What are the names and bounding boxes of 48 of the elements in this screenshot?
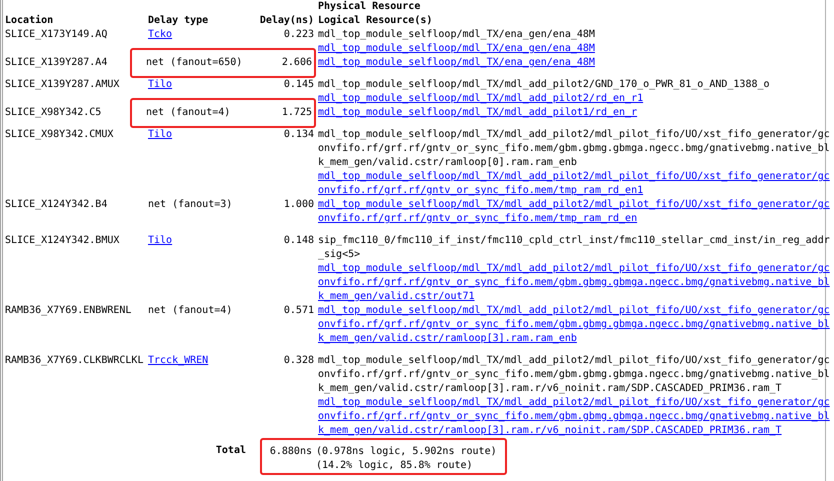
resource-link[interactable]: mdl_top_module_selfloop/mdl_TX/mdl_add_pilot2/rd_en_r1 bbox=[318, 92, 834, 106]
resource-link[interactable]: mdl_top_module_selfloop/mdl_TX/mdl_add_pilot2/mdl_pilot_fifo/UO/xst_fifo_generator/gconvfifo.rf/grf.rf/gntv_or_sync_fifo.mem/gbm.gbmg.gbmga.ngecc.bmg/gnativebmg.native_blk_mem_gen/valid.cstr/ramloop[3].ram.ram_enb bbox=[318, 304, 834, 346]
delay-cell-text: 2.606 bbox=[280, 56, 312, 70]
delay-type-cell: net (fanout=4) bbox=[148, 305, 232, 316]
resource-text: mdl_top_module_selfloop/mdl_TX/mdl_add_pilot2/mdl_pilot_fifo/UO/xst_fifo_generator/gconvfifo.rf/grf.rf/gntv_or_sync_fifo.mem/gbm.gbmg.gbmga.ngecc.bmg/gnativebmg.native_blk_mem_gen/valid.cstr/ramloop[3].ram.r/v6_noinit.ram/SDP.CASCADED_PRIM36.ram_T bbox=[318, 354, 831, 396]
column-header: Delay type bbox=[148, 14, 210, 28]
delay-type-cell: net (fanout=4) bbox=[146, 107, 230, 118]
delay-cell-text: 1.725 bbox=[280, 106, 312, 120]
total-value: 6.880ns bbox=[268, 445, 312, 459]
total-label: Total bbox=[214, 444, 246, 458]
delay-cell-text: 0.571 bbox=[282, 304, 314, 318]
delay-cell-text: 1.000 bbox=[282, 198, 314, 212]
delay-cell-text: 0.134 bbox=[282, 128, 314, 142]
resource-link[interactable]: mdl_top_module_selfloop/mdl_TX/ena_gen/ena_48M bbox=[318, 56, 834, 70]
resource-text: mdl_top_module_selfloop/mdl_TX/mdl_add_pilot2/mdl_pilot_fifo/UO/xst_fifo_generator/gconvfifo.rf/grf.rf/gntv_or_sync_fifo.mem/gbm.gbmg.gbmga.ngecc.bmg/gnativebmg.native_blk_mem_gen/valid.cstr/ramloop[0].ram.ram_enb bbox=[318, 128, 831, 170]
resource-text: mdl_top_module_selfloop/mdl_TX/ena_gen/ena_48M bbox=[318, 28, 596, 42]
location-cell-text: SLICE_X173Y149.AQ bbox=[5, 28, 108, 42]
total-detail: (0.978ns logic, 5.902ns route) bbox=[316, 445, 497, 459]
delay-cell-text: 0.145 bbox=[282, 78, 314, 92]
delay-type-link[interactable]: Tilo bbox=[148, 129, 172, 140]
column-header: Logical Resource(s) bbox=[318, 14, 434, 28]
column-header: Location bbox=[5, 14, 54, 28]
resource-text: mdl_top_module_selfloop/mdl_TX/mdl_add_pilot2/GND_170_o_PWR_81_o_AND_1388_o bbox=[318, 78, 771, 92]
location-cell-text: RAMB36_X7Y69.ENBWRENL bbox=[5, 304, 132, 318]
resource-link[interactable]: mdl_top_module_selfloop/mdl_TX/mdl_add_pilot2/mdl_pilot_fifo/UO/xst_fifo_generator/gconvfifo.rf/grf.rf/gntv_or_sync_fifo.mem/tmp_ram_rd_en bbox=[318, 198, 834, 226]
location-cell-text: SLICE_X98Y342.C5 bbox=[5, 106, 102, 120]
resource-link[interactable]: mdl_top_module_selfloop/mdl_TX/mdl_add_pilot2/mdl_pilot_fifo/UO/xst_fifo_generator/gconvfifo.rf/grf.rf/gntv_or_sync_fifo.mem/gbm.gbmg.gbmga.ngecc.bmg/gnativebmg.native_blk_mem_gen/valid.cstr/ramloop[3].ram.r/v6_noinit.ram/SDP.CASCADED_PRIM36.ram_T bbox=[318, 396, 834, 438]
location-cell-text: SLICE_X139Y287.A4 bbox=[5, 56, 108, 70]
resource-link[interactable]: mdl_top_module_selfloop/mdl_TX/ena_gen/ena_48M bbox=[318, 42, 834, 56]
delay-type-link[interactable]: Trcck_WREN bbox=[148, 355, 208, 366]
delay-cell-text: 0.148 bbox=[282, 234, 314, 248]
location-cell-text: SLICE_X124Y342.BMUX bbox=[5, 234, 120, 248]
location-cell-text: SLICE_X139Y287.AMUX bbox=[5, 78, 120, 92]
delay-type-link[interactable]: Tilo bbox=[148, 235, 172, 246]
column-header: Delay(ns) bbox=[258, 14, 314, 28]
location-cell-text: SLICE_X124Y342.B4 bbox=[5, 198, 108, 212]
delay-type-cell: net (fanout=650) bbox=[146, 57, 242, 68]
resource-link[interactable]: mdl_top_module_selfloop/mdl_TX/mdl_add_pilot1/rd_en_r bbox=[318, 106, 834, 120]
location-cell-text: RAMB36_X7Y69.CLKBWRCLKL bbox=[5, 354, 144, 368]
delay-type-cell: net (fanout=3) bbox=[148, 199, 232, 210]
delay-type-link[interactable]: Tcko bbox=[148, 29, 172, 40]
resource-text: sip_fmc110_0/fmc110_if_inst/fmc110_cpld_ctrl_inst/fmc110_stellar_cmd_inst/in_reg_addr_sig<5> bbox=[318, 234, 831, 262]
location-cell-text: SLICE_X98Y342.CMUX bbox=[5, 128, 114, 142]
delay-type-link[interactable]: Tilo bbox=[148, 79, 172, 90]
delay-cell-text: 0.223 bbox=[282, 28, 314, 42]
total-detail: (14.2% logic, 85.8% route) bbox=[316, 459, 474, 473]
delay-cell-text: 0.328 bbox=[282, 354, 314, 368]
column-header: Physical Resource bbox=[318, 0, 422, 14]
